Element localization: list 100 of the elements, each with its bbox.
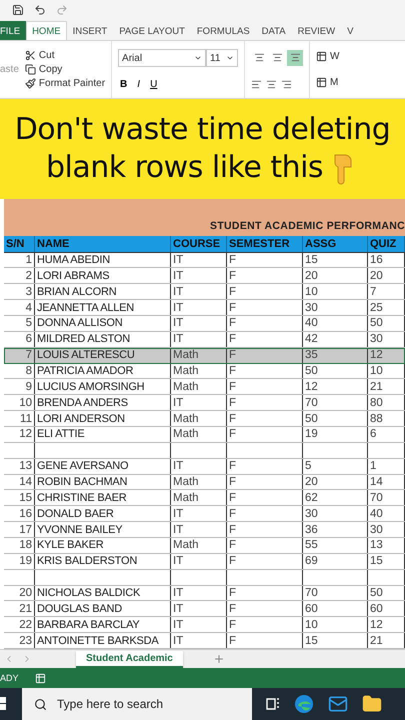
table-cell: 22 (4, 617, 35, 632)
table-row[interactable]: 21 DOUGLAS BAND IT F 60 60 (4, 601, 405, 618)
table-cell: 21 (4, 601, 35, 616)
table-row[interactable]: 20 NICHOLAS BALDICK IT F 70 50 (4, 586, 405, 602)
table-cell: 30 (368, 332, 405, 347)
table-row[interactable]: 16 DONALD BAER IT F 30 40 (4, 506, 405, 522)
align-center-icon[interactable] (266, 78, 278, 90)
table-cell: 2 (4, 268, 35, 284)
table-cell: 6 (368, 426, 405, 442)
table-row[interactable]: 23 ANTOINETTE BARKSDA IT F 15 21 (4, 633, 405, 649)
folder-icon[interactable] (362, 694, 382, 714)
font-style-button[interactable]: I (135, 79, 142, 90)
clipboard-button[interactable]: Copy (24, 64, 106, 75)
table-cell: JEANNETTA ALLEN (35, 300, 171, 315)
table-row[interactable]: 5 DONNA ALLISON IT F 40 50 (4, 316, 405, 332)
table-cell: Math (171, 364, 227, 378)
table-cell: 88 (368, 411, 405, 426)
table-cell: IT (171, 633, 227, 648)
ribbon-tab[interactable]: INSERT (66, 21, 114, 40)
align-left-icon[interactable] (251, 78, 262, 90)
wrap-text-button[interactable]: W (316, 50, 340, 62)
table-cell: 20 (303, 268, 368, 284)
table-cell: 4 (4, 300, 35, 315)
table-row[interactable]: 17 YVONNE BAILEY IT F 36 30 (4, 522, 405, 538)
table-cell: F (227, 426, 303, 442)
table-row[interactable]: 1 HUMA ABEDIN IT F 15 16 (4, 252, 405, 268)
table-cell: 50 (303, 411, 368, 426)
table-cell: LORI ABRAMS (35, 268, 171, 284)
task-view-icon[interactable] (266, 698, 280, 710)
table-cell: IT (171, 601, 227, 616)
table-row[interactable]: 8 PATRICIA AMADOR Math F 50 10 (4, 364, 405, 380)
add-sheet-icon[interactable] (212, 653, 225, 665)
merge-button[interactable]: M (316, 77, 340, 88)
browser-icon[interactable] (294, 694, 314, 714)
table-row[interactable]: 7 LOUIS ALTERESCU Math F 35 12 (4, 348, 405, 364)
windows-icon[interactable] (0, 697, 8, 711)
table-cell: F (227, 458, 303, 474)
table-cell: IT (171, 316, 227, 331)
vertical-align-button[interactable] (287, 50, 304, 66)
table-row[interactable]: 10 BRENDA ANDERS IT F 70 80 (4, 395, 405, 412)
column-header: QUIZ (368, 236, 405, 252)
table-row[interactable]: 22 BARBARA BARCLAY IT F 10 12 (4, 617, 405, 634)
ribbon-tab[interactable]: HOME (26, 21, 67, 40)
merge-icon (316, 77, 328, 88)
table-cell: F (227, 252, 303, 268)
ribbon-tab[interactable]: PAGE LAYOUT (113, 21, 191, 40)
table-cell: F (227, 538, 303, 553)
table-row[interactable]: 4 JEANNETTA ALLEN IT F 30 25 (4, 300, 405, 316)
align-right-icon[interactable] (281, 78, 292, 90)
caption-text: Don't waste time deleting (14, 111, 390, 149)
table-cell: F (227, 554, 303, 569)
table-cell: ELI ATTIE (35, 426, 171, 442)
table-cell: F (227, 364, 303, 378)
table-row[interactable]: 15 CHRISTINE BAER Math F 62 70 (4, 490, 405, 506)
table-cell: 1 (4, 252, 35, 268)
save-icon[interactable] (12, 4, 24, 16)
table-cell: IT (171, 554, 227, 569)
table-cell: BRIAN ALCORN (35, 284, 171, 300)
table-row[interactable]: 14 ROBIN BACHMAN Math F 20 14 (4, 474, 405, 490)
undo-icon[interactable] (34, 4, 46, 16)
table-cell: 18 (4, 538, 35, 553)
font-size-select[interactable]: 11 (206, 49, 238, 67)
ribbon-tab[interactable]: FORMULAS (190, 21, 256, 40)
table-cell: 30 (368, 522, 405, 537)
table-row[interactable]: 19 KRIS BALDERSTON IT F 69 15 (4, 554, 405, 570)
table-row[interactable]: 13 GENE AVERSANO IT F 5 1 (4, 458, 405, 475)
clipboard-button[interactable]: Format Painter (24, 78, 106, 89)
sheet-tab[interactable]: Student Academic (76, 650, 183, 668)
file-tab[interactable]: FILE (0, 21, 26, 40)
table-cell: F (227, 617, 303, 632)
table-cell: 15 (368, 554, 405, 569)
table-cell: IT (171, 284, 227, 300)
table-cell: LUCIUS AMORSINGH (35, 379, 171, 394)
table-cell: 16 (4, 506, 35, 522)
font-style-button[interactable]: U (148, 79, 160, 90)
table-row[interactable]: 6 MILDRED ALSTON IT F 42 30 (4, 332, 405, 348)
table-cell: 21 (368, 379, 405, 394)
table-cell: 6 (4, 332, 35, 347)
mail-icon[interactable] (328, 694, 348, 714)
table-cell: F (227, 633, 303, 648)
table-cell: F (227, 490, 303, 506)
table-cell: 5 (4, 316, 35, 331)
font-style-button[interactable]: B (118, 79, 130, 90)
ribbon-tab[interactable]: REVIEW (292, 21, 342, 40)
table-row[interactable]: 11 LORI ANDERSON Math F 50 88 (4, 411, 405, 427)
table-cell: 12 (303, 379, 368, 394)
table-row[interactable]: 3 BRIAN ALCORN IT F 10 7 (4, 284, 405, 300)
table-row[interactable]: 9 LUCIUS AMORSINGH Math F 12 21 (4, 379, 405, 396)
ribbon-tab[interactable]: V (341, 21, 360, 40)
ribbon-tab[interactable]: DATA (256, 21, 292, 40)
search-field[interactable]: Type here to search (22, 688, 252, 720)
table-row[interactable]: 12 ELI ATTIE Math F 19 6 (4, 426, 405, 443)
table-cell: F (227, 332, 303, 347)
clipboard-button[interactable]: Cut (24, 50, 106, 61)
table-row[interactable]: 2 LORI ABRAMS IT F 20 20 (4, 268, 405, 284)
table-cell: 10 (303, 284, 368, 300)
table-row[interactable]: 18 KYLE BAKER Math F 55 13 (4, 538, 405, 554)
table-cell: LORI ANDERSON (35, 411, 171, 426)
table-cell: 14 (368, 474, 405, 490)
font-name-select[interactable]: Arial (118, 49, 206, 67)
